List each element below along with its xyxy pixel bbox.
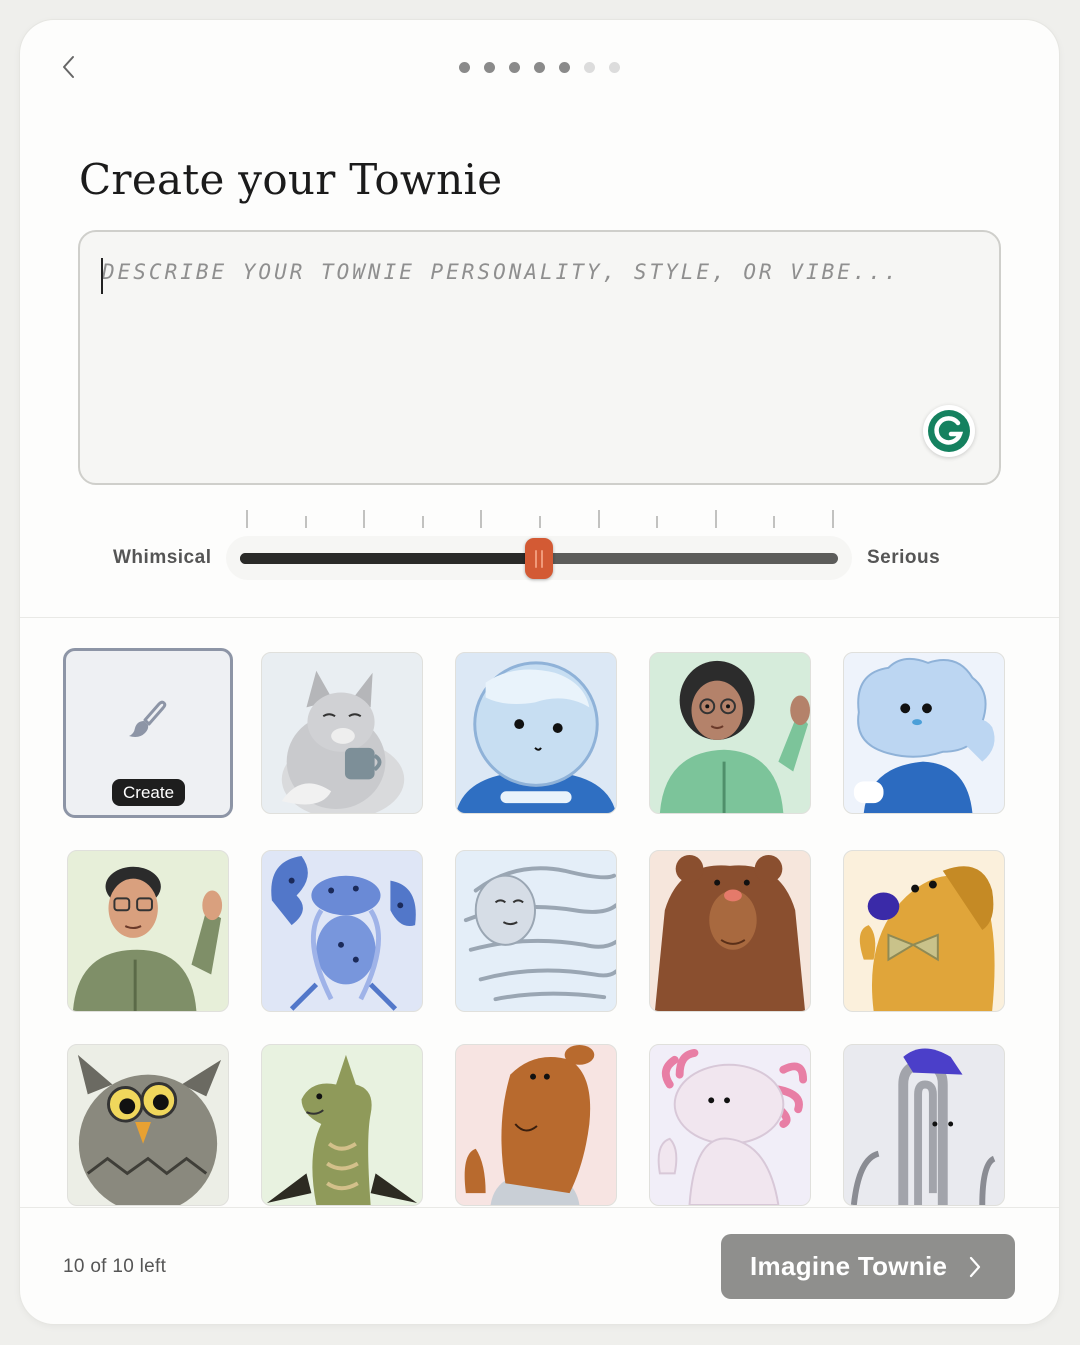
avatar-man-hoodie[interactable]: [67, 850, 229, 1012]
avatar-lobster[interactable]: [261, 850, 423, 1012]
step-dot-completed: [484, 62, 495, 73]
avatar-axolotl[interactable]: [649, 1044, 811, 1206]
man-hoodie-illustration: [72, 866, 223, 1011]
slider-tick: [421, 516, 424, 528]
lobster-illustration: [271, 855, 416, 1011]
owl-illustration: [77, 1054, 222, 1205]
slider-tick: [656, 516, 659, 528]
page-title: Create your Townie: [79, 155, 503, 204]
imagine-townie-button[interactable]: Imagine Townie: [721, 1234, 1015, 1299]
slider-tick: [246, 510, 248, 528]
paintbrush-icon: [129, 700, 167, 737]
avatar-woman-hoodie[interactable]: [649, 652, 811, 814]
footer-divider: [20, 1207, 1059, 1208]
remaining-count: 10 of 10 left: [63, 1256, 167, 1277]
slider-tick: [773, 516, 776, 528]
capybara-illustration: [464, 1045, 595, 1205]
avatar-snowball[interactable]: [455, 652, 617, 814]
avatar-dog[interactable]: [843, 850, 1005, 1012]
step-dot-pending: [609, 62, 620, 73]
grammarly-icon: [928, 410, 970, 452]
dragon-illustration: [266, 1054, 418, 1205]
step-dot-completed: [459, 62, 470, 73]
avatar-cloud[interactable]: [843, 652, 1005, 814]
slider-tick: [539, 516, 541, 528]
description-box: [78, 230, 1001, 485]
section-divider: [20, 617, 1059, 618]
fox-illustration: [281, 670, 405, 813]
bear-illustration: [654, 854, 806, 1011]
create-townie-card: Create your Townie Whimsical Serious Cre…: [20, 20, 1059, 1324]
axolotl-illustration: [657, 1048, 808, 1205]
slider-tick: [714, 510, 717, 528]
woman-hoodie-illustration: [659, 660, 810, 813]
slider-ticks: [246, 510, 834, 530]
avatar-dragon[interactable]: [261, 1044, 423, 1206]
slider-tick: [832, 510, 834, 528]
avatar-fox[interactable]: [261, 652, 423, 814]
avatar-grid: Create: [63, 648, 1012, 1206]
slider-tick: [480, 510, 483, 528]
grammarly-button[interactable]: [923, 405, 975, 457]
slider-thumb[interactable]: [525, 538, 553, 579]
avatar-owl[interactable]: [67, 1044, 229, 1206]
avatar-wind[interactable]: [455, 850, 617, 1012]
create-label: Create: [112, 779, 186, 806]
imagine-townie-label: Imagine Townie: [750, 1251, 948, 1281]
step-dot-completed: [534, 62, 545, 73]
slider-tick: [597, 510, 600, 528]
tone-slider[interactable]: [226, 536, 852, 580]
step-dot-pending: [584, 62, 595, 73]
description-input[interactable]: [80, 232, 999, 483]
step-progress: [20, 62, 1059, 73]
wind-illustration: [463, 866, 616, 1002]
slider-fill: [240, 553, 539, 564]
paperclip-illustration: [850, 1048, 996, 1205]
dog-illustration: [859, 866, 995, 1011]
avatar-capybara[interactable]: [455, 1044, 617, 1206]
slider-left-label: Whimsical: [113, 547, 212, 568]
slider-tick: [363, 510, 366, 528]
slider-tick: [304, 516, 307, 528]
snowball-illustration: [456, 661, 616, 813]
step-dot-completed: [509, 62, 520, 73]
text-caret: [101, 258, 103, 294]
slider-right-label: Serious: [867, 547, 941, 568]
create-avatar-tile[interactable]: Create: [63, 648, 233, 818]
avatar-paperclip[interactable]: [843, 1044, 1005, 1206]
chevron-right-icon: [969, 1256, 981, 1278]
avatar-bear[interactable]: [649, 850, 811, 1012]
step-dot-completed: [559, 62, 570, 73]
cloud-illustration: [853, 657, 995, 813]
